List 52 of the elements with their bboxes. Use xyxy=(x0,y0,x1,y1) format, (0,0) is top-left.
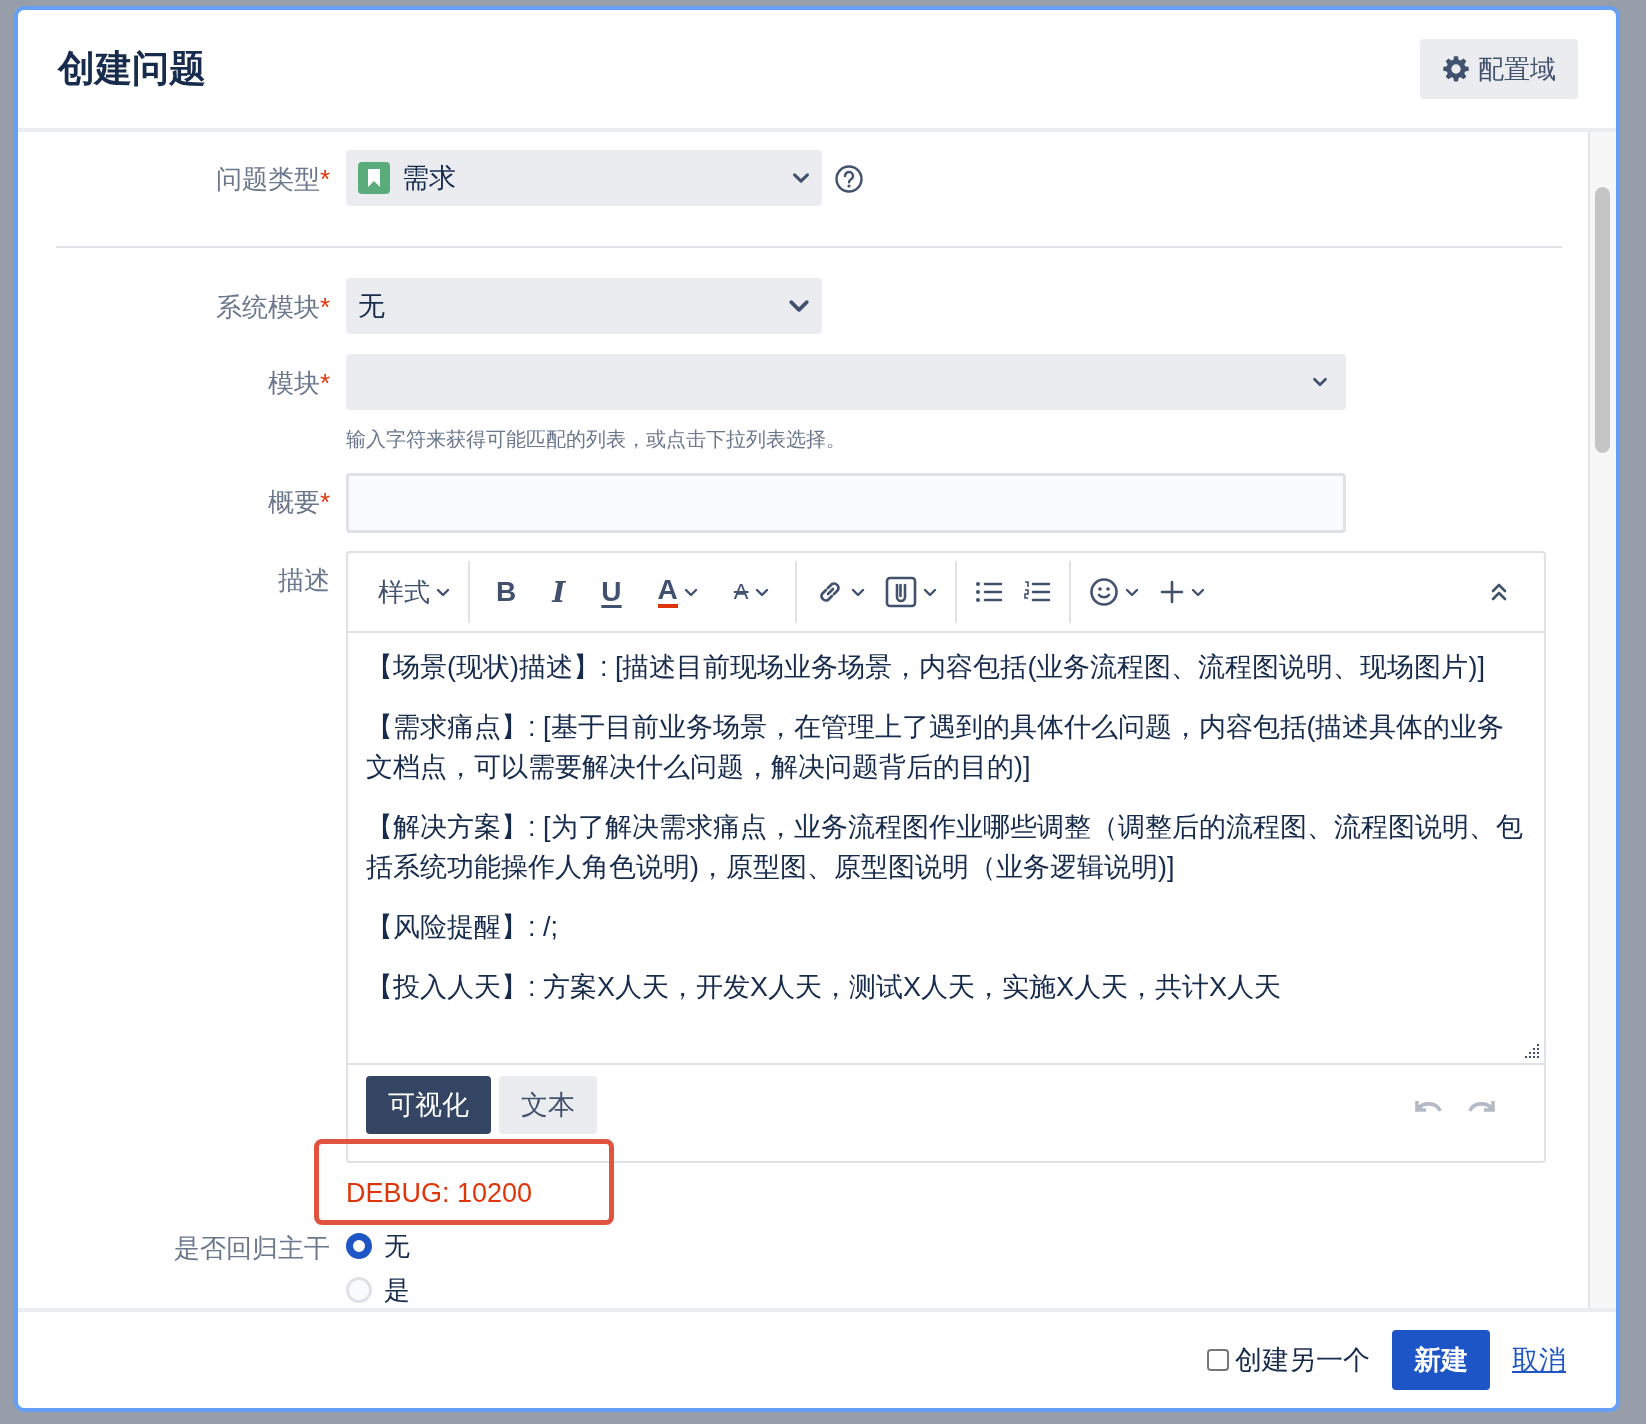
configure-fields-button[interactable]: 配置域 xyxy=(1420,39,1578,99)
underline-button[interactable]: U xyxy=(595,570,628,614)
editor-mode-tab[interactable]: 可视化 xyxy=(366,1076,491,1134)
field-label: 系统模块* xyxy=(214,291,330,324)
bullet-list-icon xyxy=(974,580,1003,604)
module-select[interactable]: 无 xyxy=(346,278,822,334)
field-label: 描述 xyxy=(277,564,330,597)
editor-mode-tab[interactable]: 文本 xyxy=(499,1076,597,1134)
chevron-down-icon xyxy=(1190,587,1205,597)
chevron-down-icon xyxy=(436,587,450,597)
chevron-down-icon xyxy=(788,299,810,313)
required-marker: * xyxy=(319,487,330,517)
create-button[interactable]: 新建 xyxy=(1392,1330,1490,1390)
radio-option[interactable]: 无 xyxy=(346,1224,410,1268)
bold-button[interactable]: B xyxy=(490,570,523,614)
field-label: 问题类型* xyxy=(214,163,330,196)
create-another-checkbox[interactable]: 创建另一个 xyxy=(1207,1342,1370,1378)
chevron-down-icon xyxy=(850,587,865,597)
field-hint: 输入字符来获得可能匹配的列表，或点击下拉列表选择。 xyxy=(346,427,847,452)
required-marker: * xyxy=(319,368,330,398)
scrollbar-thumb[interactable] xyxy=(1595,187,1610,453)
chevron-down-icon xyxy=(1312,377,1328,387)
resize-handle-icon[interactable] xyxy=(1524,1043,1540,1059)
text-effects-button[interactable]: A xyxy=(727,570,775,614)
style-dropdown[interactable]: 样式 xyxy=(372,570,456,614)
settings-icon xyxy=(1442,55,1470,83)
bookmark-icon xyxy=(358,162,390,194)
double-chevron-up-icon xyxy=(1490,581,1508,603)
required-marker: * xyxy=(319,164,330,194)
issue-type-select[interactable]: 需求 xyxy=(346,150,822,206)
dialog-title: 创建问题 xyxy=(58,47,206,91)
field-label: 模块* xyxy=(266,367,330,400)
italic-button[interactable]: I xyxy=(546,570,572,614)
chevron-down-icon xyxy=(1124,587,1139,597)
field-label: 是否回归主干 xyxy=(173,1232,330,1265)
plus-icon xyxy=(1158,579,1185,605)
smiley-icon xyxy=(1088,577,1119,607)
numbered-list-icon xyxy=(1022,580,1051,604)
chevron-down-icon xyxy=(754,587,769,597)
radio-option[interactable]: 是 xyxy=(346,1268,410,1308)
chevron-down-icon xyxy=(792,172,810,184)
help-icon[interactable] xyxy=(834,164,864,194)
debug-text: DEBUG: 10200 xyxy=(346,1178,533,1208)
text-color-button[interactable]: A xyxy=(651,570,704,614)
description-editor[interactable]: 【场景(现状)描述】: [描述目前现场业务场景，内容包括(业务流程图、流程图说明、现场图片)] 【需求痛点】: [基于目前业务场景，在管理上了遇到的具体什么问题，内容包括(描述具体的业务文档点，可以需要解决什么问题，解决问题背后的目的)] 【解决方案】: [为了解决需求痛点，业务流程图作业哪些调整（调整后的流程图、流程图说明、包括系统功能操作人角色说明)，原型图、原型图说明（业务逻辑说明)] 【风险提醒】: /; 【投入人天】: 方案X人天，开发X人天，测试X人天，实施X人天，共计X人天 xyxy=(348,633,1544,1063)
field-label: 概要* xyxy=(266,486,330,519)
paperclip-icon xyxy=(884,576,917,608)
required-marker: * xyxy=(319,292,330,322)
summary-field[interactable] xyxy=(346,473,1346,533)
cancel-link[interactable]: 取消 xyxy=(1512,1342,1566,1378)
chevron-down-icon xyxy=(922,587,937,597)
chevron-down-icon xyxy=(683,587,698,597)
